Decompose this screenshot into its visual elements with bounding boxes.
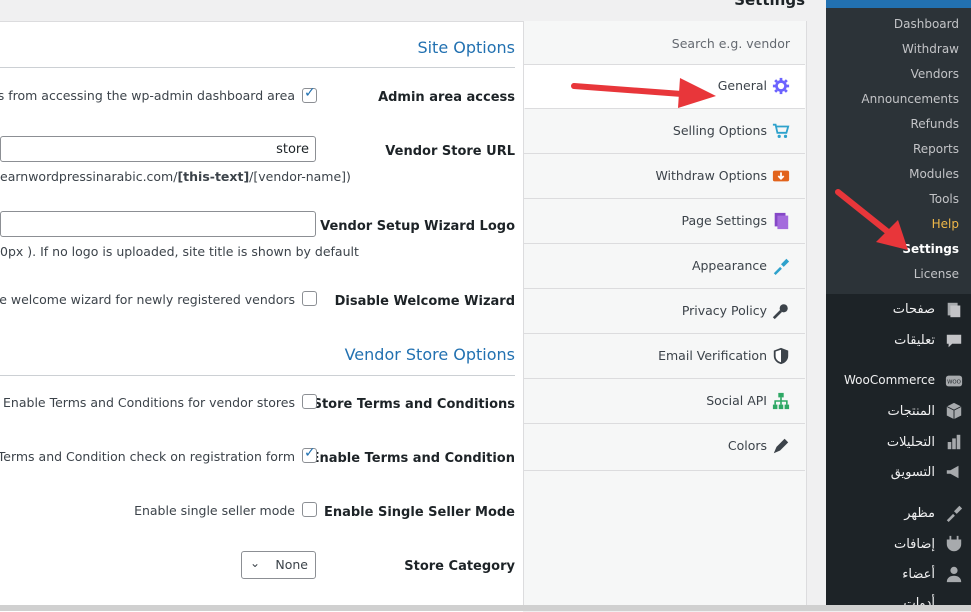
settings-search[interactable]: Search e.g. vendor (524, 21, 805, 65)
menu-woocommerce[interactable]: WooCommerce (844, 373, 935, 387)
pages-icon (947, 302, 961, 318)
store-terms-checkbox[interactable] (302, 394, 317, 409)
divider (0, 375, 515, 376)
single-seller-label: Enable Single Seller Mode (323, 505, 515, 520)
sitemap-icon (772, 392, 790, 410)
admin-access-label: Admin area access (378, 90, 515, 105)
store-terms-label: Store Terms and Conditions (312, 397, 515, 412)
pages-icon (774, 212, 789, 230)
tab-label: Privacy Policy (681, 303, 767, 318)
terms-check-label: Enable Terms and Condition (310, 451, 515, 466)
tab-label: Email Verification (658, 348, 767, 363)
single-seller-checkbox[interactable] (302, 502, 317, 517)
tab-label: Page Settings (681, 213, 767, 228)
tab-selling-options[interactable]: Selling Options (524, 110, 805, 154)
submenu-reports[interactable]: Reports (913, 142, 959, 156)
site-options-title: Site Options (417, 38, 515, 57)
tab-label: Colors (727, 438, 767, 453)
gear-icon (772, 77, 790, 95)
store-url-label: Vendor Store URL (385, 144, 515, 159)
store-category-value: None (275, 557, 308, 572)
page-title: Settings (734, 0, 805, 9)
settings-content-panel: Site Options Admin area access tomers fr… (0, 21, 523, 612)
horizontal-scrollbar[interactable] (0, 605, 971, 611)
store-url-desc-prefix: earnwordpressinarabic.com/ (0, 169, 178, 184)
tab-label: Appearance (691, 258, 767, 273)
submenu-withdraw[interactable]: Withdraw (902, 42, 959, 56)
submenu-tools[interactable]: Tools (929, 192, 959, 206)
admin-access-checkbox[interactable] (302, 85, 317, 103)
tab-appearance[interactable]: Appearance (524, 245, 805, 289)
megaphone-icon (946, 465, 959, 479)
submenu-help[interactable]: Help (932, 217, 959, 231)
comment-icon (946, 334, 962, 348)
divider (0, 67, 515, 68)
tab-label: Withdraw Options (655, 168, 767, 183)
annotation-arrow-icon (835, 189, 908, 250)
box-icon (946, 402, 962, 420)
pencil-icon (773, 438, 789, 454)
withdraw-icon (772, 170, 790, 182)
admin-access-desc: tomers from accessing the wp-admin dashb… (0, 88, 295, 103)
submenu-modules[interactable]: Modules (909, 167, 959, 181)
search-input[interactable]: Search e.g. vendor (672, 36, 790, 51)
vendor-store-options-title: Vendor Store Options (344, 345, 515, 364)
cart-icon (772, 123, 790, 139)
terms-check-checkbox[interactable] (302, 445, 317, 463)
store-url-input[interactable] (0, 136, 316, 162)
welcome-wizard-label: Disable Welcome Wizard (334, 294, 515, 309)
tab-label: Selling Options (672, 123, 767, 138)
tab-social-api[interactable]: Social API (524, 380, 805, 424)
wizard-logo-label: Vendor Setup Wizard Logo (320, 219, 515, 234)
menu-marketing[interactable]: التسويق (891, 465, 935, 480)
menu-comments[interactable]: تعليقات (894, 333, 935, 348)
chevron-down-icon: ⌄ (250, 556, 261, 570)
submenu-announcements[interactable]: Announcements (861, 92, 959, 106)
welcome-wizard-checkbox[interactable] (302, 291, 317, 306)
menu-plugins[interactable]: إضافات (894, 537, 935, 552)
welcome-wizard-desc: Disable welcome wizard for newly registe… (0, 292, 295, 307)
menu-appearance[interactable]: مظهر (904, 506, 935, 521)
tab-withdraw-options[interactable]: Withdraw Options (524, 155, 805, 199)
store-category-label: Store Category (404, 559, 515, 574)
store-url-desc-suffix: /[vendor-name]) (249, 169, 351, 184)
key-icon (772, 304, 788, 320)
svg-text:WOO: WOO (947, 380, 961, 386)
brush-icon (946, 505, 963, 522)
tab-privacy-policy[interactable]: Privacy Policy (524, 290, 805, 334)
wizard-logo-input[interactable] (0, 211, 316, 237)
tab-colors[interactable]: Colors (524, 425, 805, 471)
woo-icon: WOO (945, 375, 963, 387)
plugin-icon (946, 535, 962, 552)
page-header (0, 0, 826, 21)
submenu-refunds[interactable]: Refunds (911, 117, 960, 131)
store-url-desc: earnwordpressinarabic.com/[this-text]/[v… (0, 169, 351, 184)
tab-label: Social API (706, 393, 767, 408)
store-terms-desc: Enable Terms and Conditions for vendor s… (3, 395, 295, 410)
wizard-logo-desc: 0px ). If no logo is uploaded, site titl… (0, 244, 359, 259)
submenu-dashboard[interactable]: Dashboard (894, 17, 959, 31)
menu-users[interactable]: أعضاء (902, 567, 935, 582)
submenu-license[interactable]: License (914, 267, 959, 281)
terms-check-desc: nable Terms and Condition check on regis… (0, 449, 295, 464)
menu-products[interactable]: المنتجات (887, 404, 935, 419)
bar-chart-icon (947, 434, 961, 450)
single-seller-desc: Enable single seller mode (134, 503, 295, 518)
brush-icon (773, 258, 790, 275)
tab-label: General (717, 78, 767, 93)
shield-icon (773, 347, 789, 365)
tab-page-settings[interactable]: Page Settings (524, 200, 805, 244)
active-menu-indicator (826, 0, 971, 8)
tab-email-verification[interactable]: Email Verification (524, 335, 805, 379)
submenu-vendors[interactable]: Vendors (911, 67, 959, 81)
store-url-desc-bold: [this-text] (177, 169, 250, 184)
store-category-select[interactable]: ⌄ None (241, 551, 316, 579)
annotation-arrow-icon (571, 78, 716, 108)
menu-pages[interactable]: صفحات (893, 302, 935, 317)
menu-analytics[interactable]: التحليلات (887, 435, 935, 450)
user-icon (946, 566, 962, 583)
